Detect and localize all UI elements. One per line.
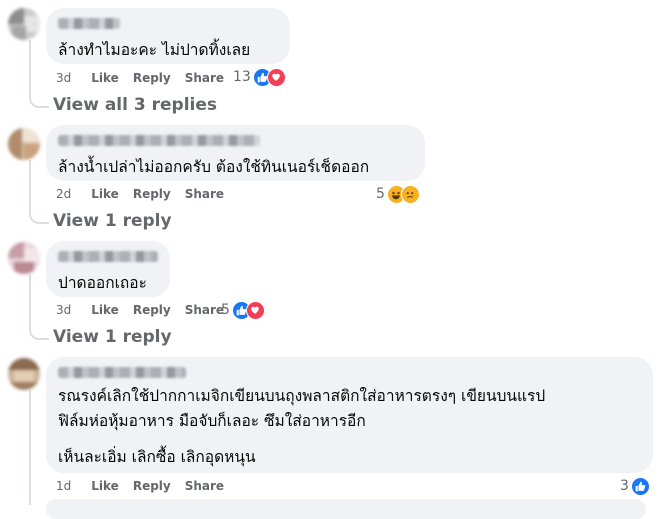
reply-button[interactable]: Reply <box>133 71 171 85</box>
thread-line <box>29 274 31 328</box>
like-button[interactable]: Like <box>91 187 119 201</box>
reply-button[interactable]: Reply <box>133 187 171 201</box>
comment-bubble: ล้างทำไมอะคะ ไม่ปาดทิ้งเลย <box>46 8 290 64</box>
avatar[interactable] <box>8 358 40 390</box>
reaction-count: 13 <box>233 69 251 85</box>
thread-line <box>29 390 31 505</box>
commenter-name[interactable] <box>58 367 186 378</box>
reply-button[interactable]: Reply <box>133 479 171 493</box>
love-icon <box>245 300 265 320</box>
reaction-count: 5 <box>376 186 385 202</box>
comment-actions: 2d Like Reply Share <box>56 186 238 202</box>
comment-text <box>58 434 641 445</box>
comment-text: ฟิล์มห่อหุ้มอาหาร มือจับก็เลอะ ซึมใส่อาห… <box>58 412 366 430</box>
thread-line <box>29 160 31 212</box>
like-button[interactable]: Like <box>91 71 119 85</box>
comment-bubble-partial <box>46 499 646 519</box>
like-button[interactable]: Like <box>91 479 119 493</box>
comment-bubble: รณรงค์เลิกใช้ปากกาเมจิกเขียนบนถุงพลาสติก… <box>46 357 653 473</box>
comment-text: เห็นละเอิ่ม เลิกซื้อ เลิกอุดหนุน <box>58 448 256 466</box>
comment-bubble: ล้างน้ำเปล่าไม่ออกครับ ต้องใช้ทินเนอร์เช… <box>46 125 425 181</box>
avatar[interactable] <box>8 8 40 40</box>
share-button[interactable]: Share <box>185 71 224 85</box>
reaction-count: 3 <box>620 478 629 494</box>
reply-button[interactable]: Reply <box>133 303 171 317</box>
share-button[interactable]: Share <box>185 303 224 317</box>
comment-timestamp[interactable]: 2d <box>56 187 71 201</box>
comment-text: ปาดออกเถอะ <box>58 274 147 292</box>
comment-bubble: ปาดออกเถอะ <box>46 241 170 297</box>
like-icon <box>630 476 650 496</box>
sad-icon <box>400 184 420 204</box>
reaction-summary[interactable]: 3 <box>620 476 650 496</box>
like-button[interactable]: Like <box>91 303 119 317</box>
comment-timestamp[interactable]: 3d <box>56 303 71 317</box>
commenter-name[interactable] <box>58 251 158 262</box>
comment-text: รณรงค์เลิกใช้ปากกาเมจิกเขียนบนถุงพลาสติก… <box>58 387 546 405</box>
reaction-summary[interactable]: 5 <box>221 300 265 320</box>
view-replies-link[interactable]: View 1 reply <box>53 211 172 231</box>
comment-timestamp[interactable]: 3d <box>56 71 71 85</box>
thread-branch <box>29 324 49 340</box>
comment-actions: 3d Like Reply Share <box>56 302 238 318</box>
comment-text: ล้างน้ำเปล่าไม่ออกครับ ต้องใช้ทินเนอร์เช… <box>58 158 370 176</box>
thread-branch <box>29 208 49 224</box>
comment-actions: 1d Like Reply Share <box>56 478 238 494</box>
comment-actions: 3d Like Reply Share <box>56 70 238 86</box>
avatar[interactable] <box>8 242 40 274</box>
comment-text: ล้างทำไมอะคะ ไม่ปาดทิ้งเลย <box>58 41 251 59</box>
avatar[interactable] <box>8 128 40 160</box>
reaction-summary[interactable]: 13 <box>233 67 286 87</box>
comment-timestamp[interactable]: 1d <box>56 479 71 493</box>
view-replies-link[interactable]: View 1 reply <box>53 327 172 347</box>
share-button[interactable]: Share <box>185 187 224 201</box>
reaction-count: 5 <box>221 302 230 318</box>
thread-branch <box>29 92 49 108</box>
share-button[interactable]: Share <box>185 479 224 493</box>
love-icon <box>266 67 286 87</box>
commenter-name[interactable] <box>58 135 260 146</box>
view-replies-link[interactable]: View all 3 replies <box>53 95 217 115</box>
thread-line <box>29 40 31 96</box>
reaction-summary[interactable]: 5 <box>376 184 420 204</box>
commenter-name[interactable] <box>58 18 120 29</box>
